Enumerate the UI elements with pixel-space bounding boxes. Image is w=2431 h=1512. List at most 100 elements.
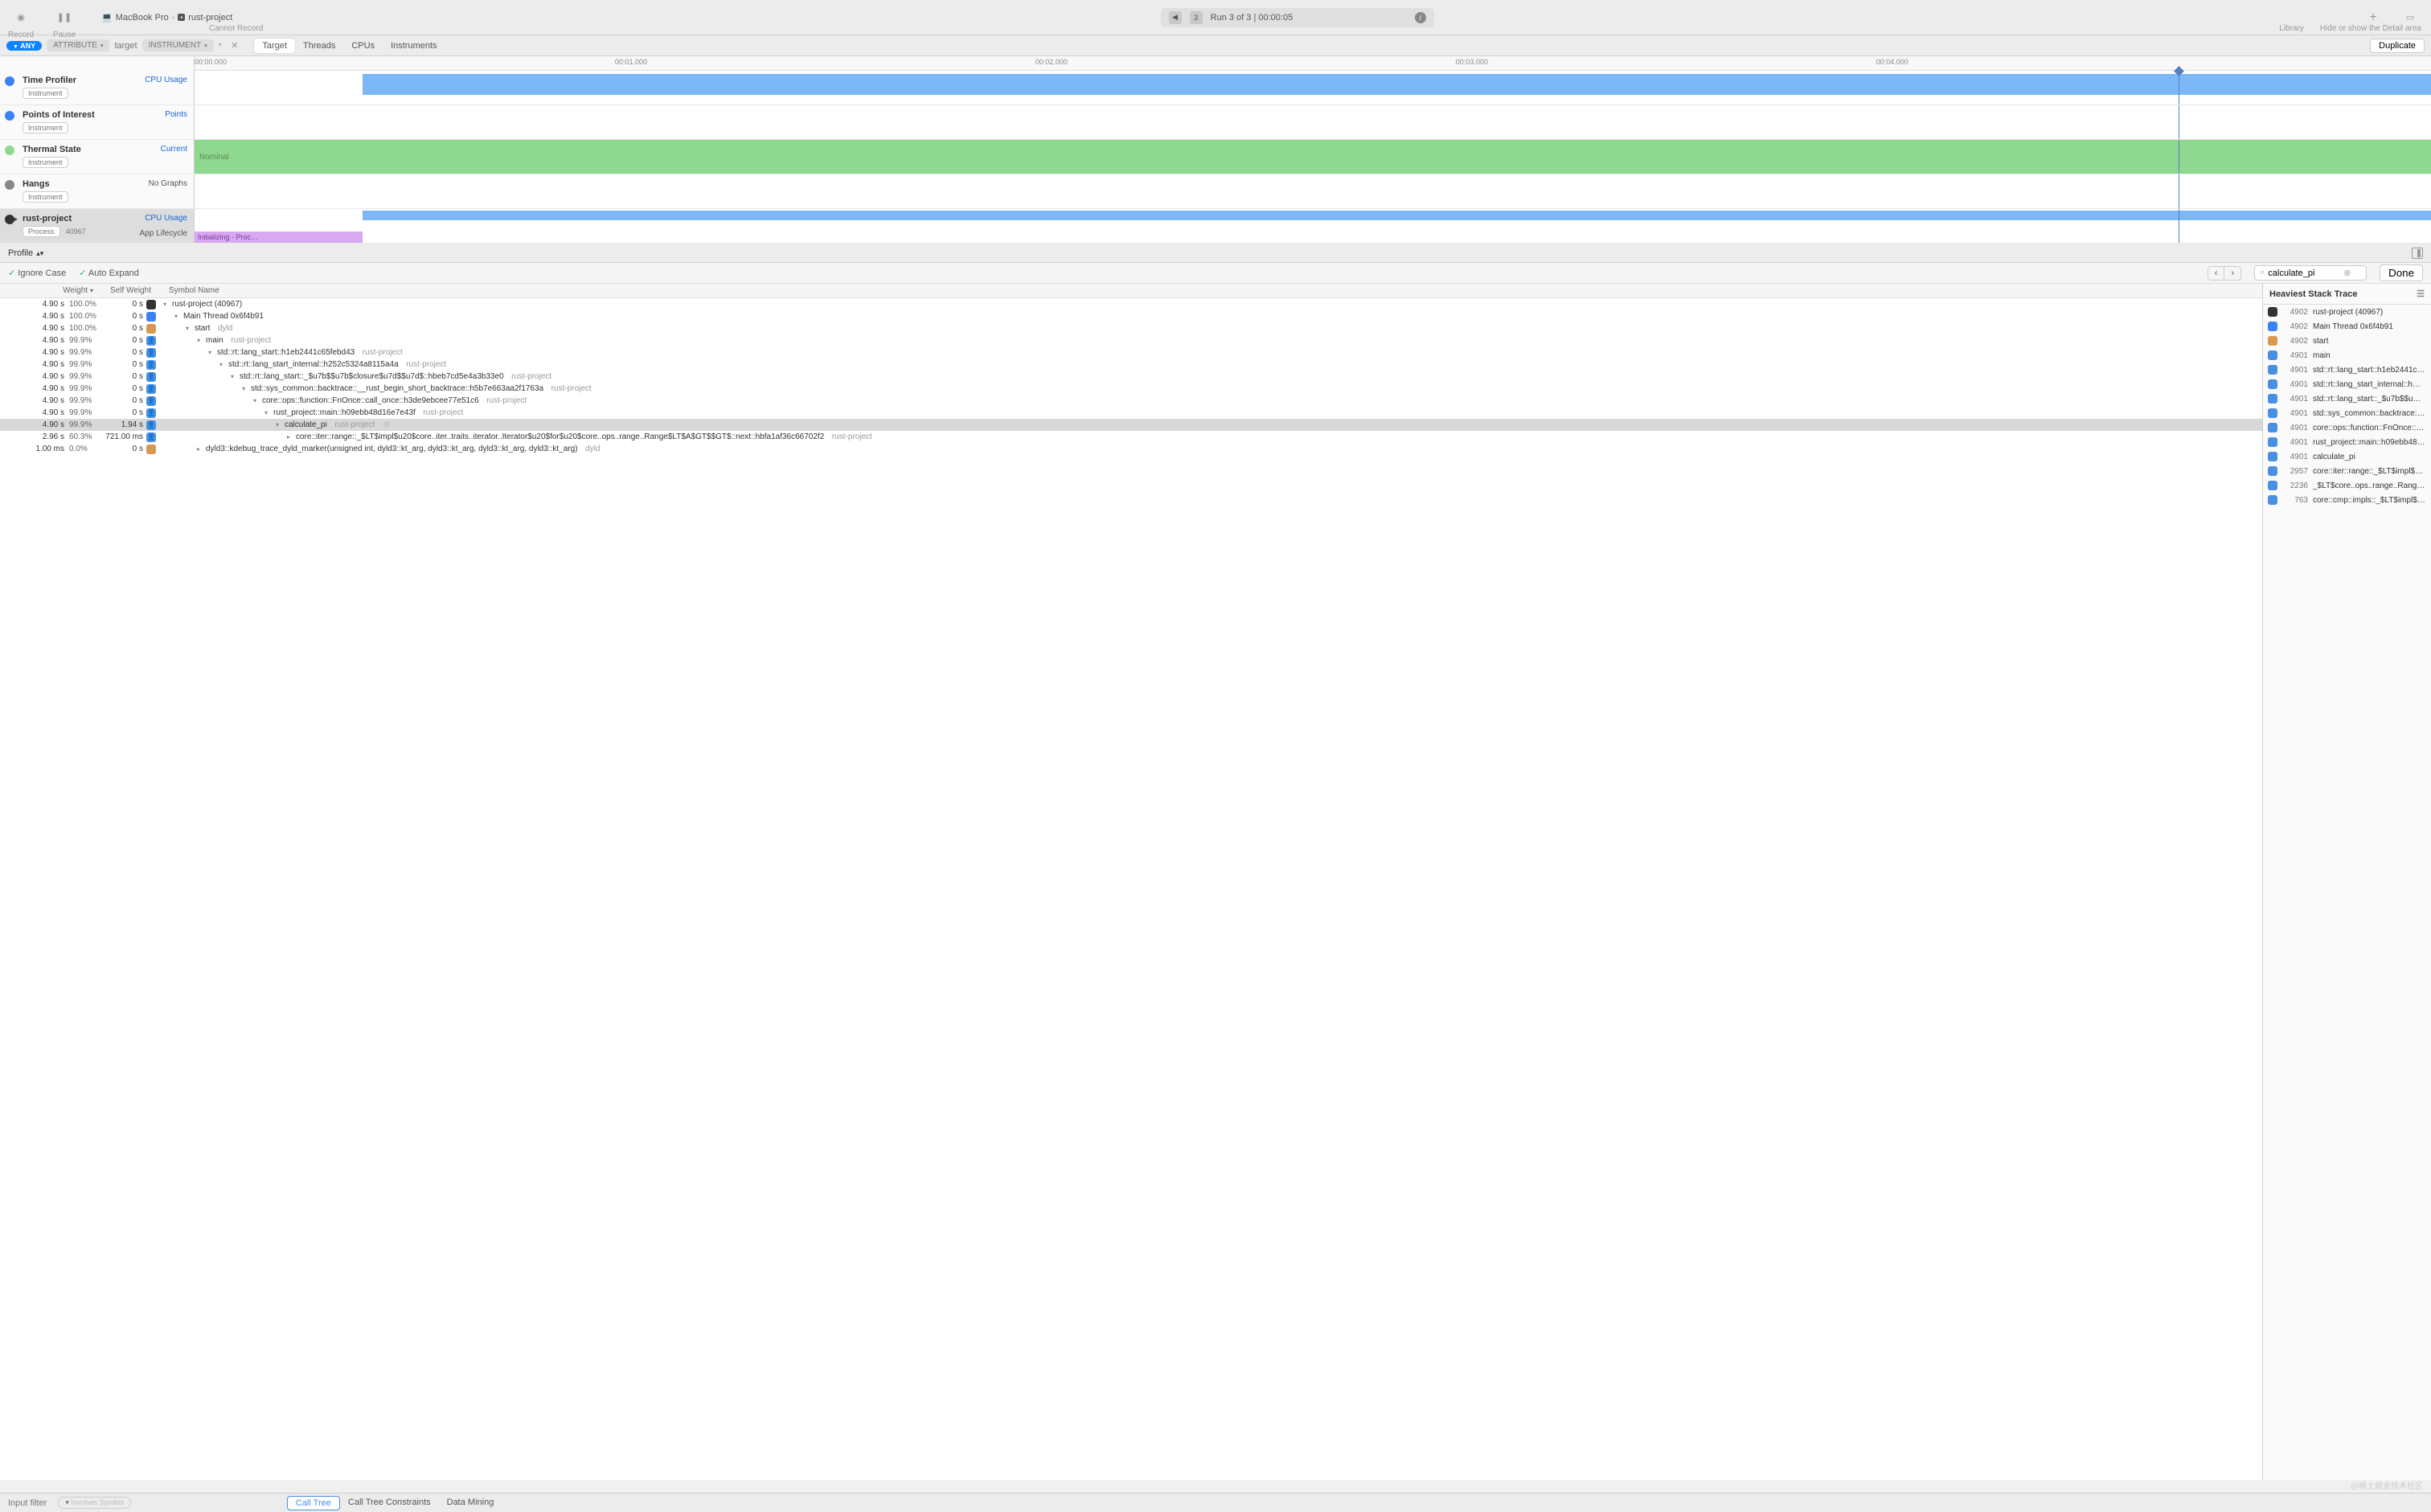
tree-row[interactable]: 4.90 s 99.9% 1.94 s 👤 ▾ calculate_pi rus…	[0, 419, 2262, 431]
disclosure-icon[interactable]: ▾	[183, 325, 191, 332]
disclosure-icon[interactable]: ▸	[14, 215, 18, 223]
profile-dropdown[interactable]: Profile▴▾	[8, 248, 43, 258]
tree-row[interactable]: 4.90 s 100.0% 0 s ▾ Main Thread 0x6f4b91	[0, 310, 2262, 322]
tree-row[interactable]: 4.90 s 99.9% 0 s 👤 ▾ std::rt::lang_start…	[0, 371, 2262, 383]
track-row[interactable]: Hangs Instrument No Graphs	[0, 174, 2431, 209]
clear-search-icon[interactable]: ⊗	[2343, 268, 2351, 278]
pause-button[interactable]: ❚❚	[53, 6, 76, 29]
record-button[interactable]: ◉	[10, 6, 32, 29]
auto-expand-toggle[interactable]: ✓ Auto Expand	[79, 268, 139, 278]
disclosure-icon[interactable]: ▸	[195, 445, 203, 453]
ignore-case-toggle[interactable]: ✓ Ignore Case	[8, 268, 66, 278]
lifecycle-bar: Initializing - Proc…	[195, 232, 363, 243]
duplicate-button[interactable]: Duplicate	[2370, 39, 2425, 53]
bottom-tab-call-tree-constraints[interactable]: Call Tree Constraints	[340, 1496, 439, 1510]
laptop-icon: 💻	[101, 12, 113, 23]
run-status-pill[interactable]: ◀ 3 Run 3 of 3 | 00:00:05 i	[1161, 8, 1434, 27]
disclosure-icon[interactable]: ▾	[172, 313, 180, 320]
done-button[interactable]: Done	[2380, 264, 2423, 281]
info-icon[interactable]: i	[1415, 12, 1426, 23]
stack-row[interactable]: 4902 start	[2263, 334, 2431, 348]
attribute-dropdown[interactable]: ATTRIBUTE ▾	[47, 39, 109, 51]
nav-prev-button[interactable]: ‹	[2208, 267, 2225, 280]
view-tab-threads[interactable]: Threads	[295, 39, 343, 53]
any-filter-pill[interactable]: ▼ ANY	[6, 41, 42, 51]
symbol-search-input[interactable]	[2268, 268, 2340, 278]
stack-row[interactable]: 4901 std::rt::lang_start::_$u7b$$u…	[2263, 391, 2431, 406]
symbol-module: rust-project	[547, 384, 592, 393]
stack-settings-icon[interactable]: ☰	[2417, 289, 2425, 299]
stack-row[interactable]: 2236 _$LT$core..ops..range..Range…	[2263, 478, 2431, 493]
disclosure-icon[interactable]: ▾	[240, 385, 248, 392]
disclosure-icon[interactable]: ▾	[195, 337, 203, 344]
nav-next-button[interactable]: ›	[2224, 267, 2240, 280]
stack-row[interactable]: 4901 main	[2263, 348, 2431, 363]
track-icon	[5, 111, 14, 121]
tree-row[interactable]: 4.90 s 99.9% 0 s 👤 ▾ std::rt::lang_start…	[0, 346, 2262, 359]
view-tab-target[interactable]: Target	[254, 39, 295, 53]
stack-row[interactable]: 4901 std::sys_common::backtrace::…	[2263, 406, 2431, 420]
stack-row[interactable]: 4901 std::rt::lang_start_internal::h…	[2263, 377, 2431, 391]
stack-row[interactable]: 4902 Main Thread 0x6f4b91	[2263, 319, 2431, 334]
tree-row[interactable]: 4.90 s 99.9% 0 s 👤 ▾ std::rt::lang_start…	[0, 359, 2262, 371]
track-row[interactable]: Thermal State Instrument Current Nominal	[0, 140, 2431, 174]
col-weight[interactable]: Weight ▾	[0, 286, 100, 295]
stack-row[interactable]: 4901 core::ops::function::FnOnce::…	[2263, 420, 2431, 435]
tree-row[interactable]: 1.00 ms 0.0% 0 s ▸ dyld3::kdebug_trace_d…	[0, 443, 2262, 455]
track-body[interactable]: Nominal	[195, 140, 2431, 174]
stack-row[interactable]: 4901 std::rt::lang_start::h1eb2441c…	[2263, 363, 2431, 377]
track-row[interactable]: ▸ rust-project Process 40967 CPU Usage A…	[0, 209, 2431, 244]
symbol-name: main	[206, 336, 223, 345]
track-body[interactable]	[195, 174, 2431, 208]
disclosure-icon[interactable]: ▾	[217, 361, 225, 368]
disclosure-icon[interactable]: ▾	[228, 373, 236, 380]
track-row[interactable]: Time Profiler Instrument CPU Usage	[0, 71, 2431, 105]
track-row[interactable]: Points of Interest Instrument Points	[0, 105, 2431, 140]
track-metric: CPU Usage	[145, 76, 187, 84]
tree-row[interactable]: 4.90 s 99.9% 0 s 👤 ▾ std::sys_common::ba…	[0, 383, 2262, 395]
symbol-module: rust-project	[227, 336, 272, 345]
disclosure-icon[interactable]: ▸	[285, 433, 293, 440]
disclosure-icon[interactable]: ▾	[251, 397, 259, 404]
symbol-name: calculate_pi	[285, 420, 327, 429]
run-status-text: Run 3 of 3 | 00:00:05	[1211, 13, 1293, 23]
sidebar-toggle-icon[interactable]	[2412, 248, 2423, 259]
tree-row[interactable]: 4.90 s 99.9% 0 s 👤 ▾ rust_project::main:…	[0, 407, 2262, 419]
bottom-tab-call-tree[interactable]: Call Tree	[287, 1496, 340, 1510]
track-pill: Process	[23, 226, 60, 237]
focus-icon[interactable]: ⊙	[383, 420, 389, 429]
tree-row[interactable]: 4.90 s 99.9% 0 s 👤 ▾ main rust-project	[0, 334, 2262, 346]
clear-filter-icon[interactable]: ✕	[226, 40, 243, 51]
stack-icon	[2268, 495, 2277, 505]
disclosure-icon[interactable]: ▾	[161, 301, 169, 308]
involves-symbol-capsule[interactable]: ▾ Involves Symbol	[58, 1497, 131, 1509]
stack-row[interactable]: 4902 rust-project (40967)	[2263, 305, 2431, 319]
bottom-tab-data-mining[interactable]: Data Mining	[439, 1496, 502, 1510]
main-split: Weight ▾ Self Weight Symbol Name 4.90 s …	[0, 284, 2431, 1480]
track-body[interactable]	[195, 71, 2431, 104]
disclosure-icon[interactable]: ▾	[206, 349, 214, 356]
disclosure-icon[interactable]: ▾	[262, 409, 270, 416]
tree-row[interactable]: 4.90 s 99.9% 0 s 👤 ▾ core::ops::function…	[0, 395, 2262, 407]
view-tab-cpus[interactable]: CPUs	[343, 39, 383, 53]
prev-run-icon[interactable]: ◀	[1169, 11, 1182, 24]
tree-row[interactable]: 4.90 s 100.0% 0 s ▾ start dyld	[0, 322, 2262, 334]
disclosure-icon[interactable]: ▾	[273, 421, 281, 428]
instrument-dropdown[interactable]: INSTRUMENT ▾	[142, 39, 214, 51]
view-tab-instruments[interactable]: Instruments	[383, 39, 445, 53]
col-symbol[interactable]: Symbol Name	[158, 286, 2262, 295]
stack-row[interactable]: 4901 calculate_pi	[2263, 449, 2431, 464]
stack-row[interactable]: 4901 rust_project::main::h09ebb48…	[2263, 435, 2431, 449]
breadcrumb[interactable]: 💻 MacBook Pro › ▪ rust-project	[101, 12, 232, 23]
track-body[interactable]	[195, 105, 2431, 139]
tree-row[interactable]: 2.96 s 60.3% 721.00 ms 👤 ▸ core::iter::r…	[0, 431, 2262, 443]
track-body[interactable]: Initializing - Proc…	[195, 209, 2431, 243]
stack-row[interactable]: 763 core::cmp::impls::_$LT$impl$…	[2263, 493, 2431, 507]
tree-row[interactable]: 4.90 s 100.0% 0 s ▾ rust-project (40967)	[0, 298, 2262, 310]
breadcrumb-project: rust-project	[188, 13, 232, 23]
col-self-weight[interactable]: Self Weight	[100, 286, 158, 295]
tree-header: Weight ▾ Self Weight Symbol Name	[0, 284, 2262, 298]
symbol-module: rust-project	[827, 432, 872, 441]
stack-row[interactable]: 2957 core::iter::range::_$LT$impl$…	[2263, 464, 2431, 478]
time-ruler[interactable]: 00:00.00000:01.00000:02.00000:03.00000:0…	[195, 56, 2431, 71]
